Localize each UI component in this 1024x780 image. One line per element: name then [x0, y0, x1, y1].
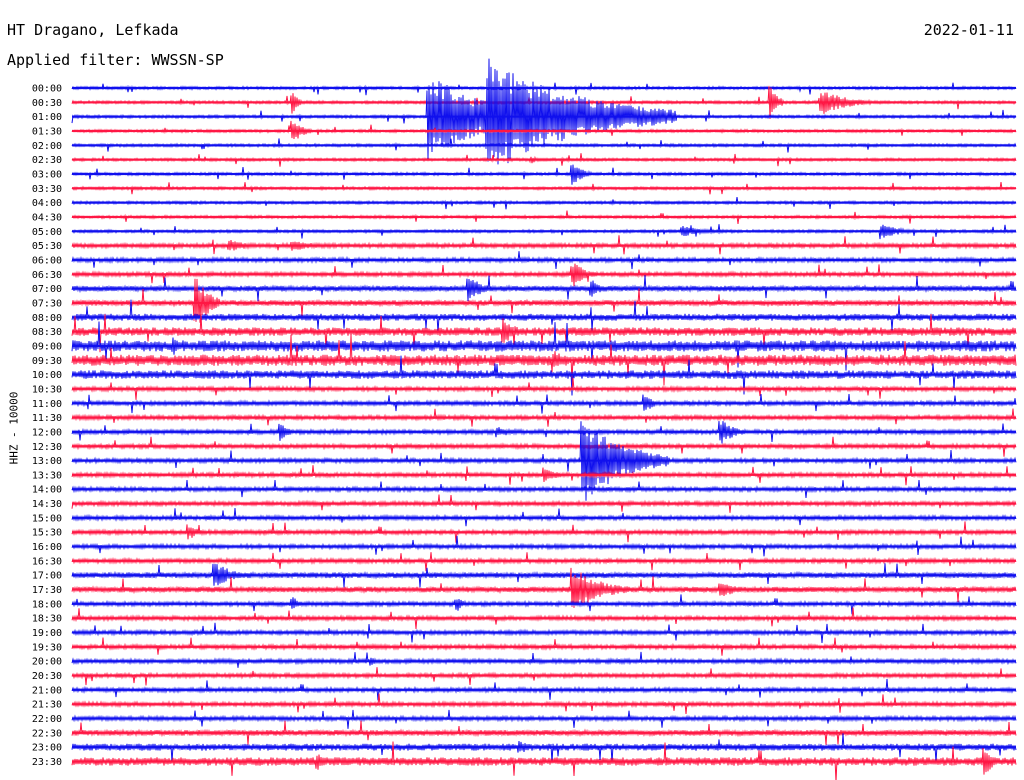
time-label: 10:30 — [32, 384, 62, 395]
time-label: 23:30 — [32, 757, 62, 768]
time-label: 08:00 — [32, 313, 62, 324]
time-label: 13:00 — [32, 456, 62, 467]
time-label: 11:30 — [32, 413, 62, 424]
time-label: 02:30 — [32, 155, 62, 166]
time-label: 12:00 — [32, 427, 62, 438]
time-label: 05:30 — [32, 241, 62, 252]
time-label: 13:30 — [32, 470, 62, 481]
time-label: 02:00 — [32, 141, 62, 152]
time-label: 18:00 — [32, 599, 62, 610]
time-label: 23:00 — [32, 743, 62, 754]
time-label: 06:00 — [32, 255, 62, 266]
time-label: 07:00 — [32, 284, 62, 295]
time-label: 01:30 — [32, 126, 62, 137]
time-label: 05:00 — [32, 227, 62, 238]
time-label: 14:30 — [32, 499, 62, 510]
time-label: 06:30 — [32, 270, 62, 281]
time-label: 17:00 — [32, 571, 62, 582]
time-label: 00:00 — [32, 84, 62, 95]
time-label: 18:30 — [32, 614, 62, 625]
time-label: 15:00 — [32, 513, 62, 524]
time-label: 04:00 — [32, 198, 62, 209]
time-label: 09:30 — [32, 356, 62, 367]
time-label: 15:30 — [32, 528, 62, 539]
time-label: 20:00 — [32, 657, 62, 668]
trace-line-20:00 — [71, 651, 1017, 668]
seismogram-plot: 00:00 00:30 01:00 01:30 02:00 02:30 03:00 03:30… — [32, 58, 1017, 780]
time-label: 19:30 — [32, 642, 62, 653]
time-label: 00:30 — [32, 98, 62, 109]
time-label: 14:00 — [32, 485, 62, 496]
time-label: 21:00 — [32, 685, 62, 696]
time-label: 22:00 — [32, 714, 62, 725]
trace-line-01:00 — [71, 58, 1017, 165]
time-label: 04:30 — [32, 212, 62, 223]
time-label: 22:30 — [32, 728, 62, 739]
time-label: 11:00 — [32, 399, 62, 410]
time-label: 12:30 — [32, 442, 62, 453]
time-label: 16:30 — [32, 556, 62, 567]
time-label: 10:00 — [32, 370, 62, 381]
time-label: 16:00 — [32, 542, 62, 553]
time-label: 07:30 — [32, 298, 62, 309]
time-label: 17:30 — [32, 585, 62, 596]
time-label: 03:30 — [32, 184, 62, 195]
time-label: 01:00 — [32, 112, 62, 123]
time-label: 09:00 — [32, 341, 62, 352]
time-label: 08:30 — [32, 327, 62, 338]
time-label: 21:30 — [32, 700, 62, 711]
time-label: 19:00 — [32, 628, 62, 639]
time-label: 20:30 — [32, 671, 62, 682]
time-label: 03:00 — [32, 169, 62, 180]
